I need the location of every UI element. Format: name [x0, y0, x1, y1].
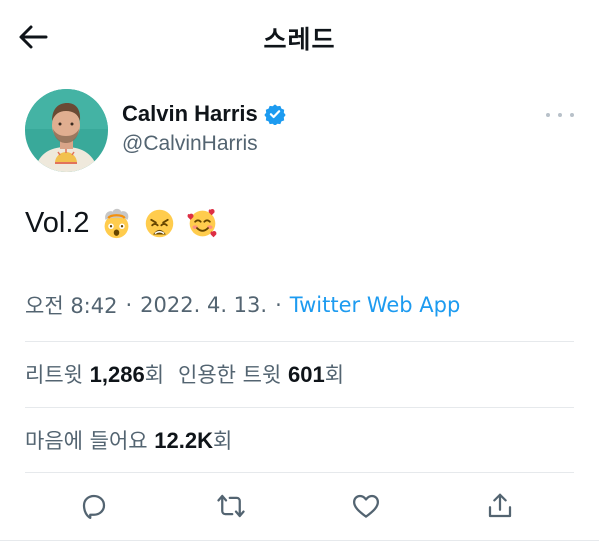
- retweets-stat[interactable]: 리트윗 1,286회: [25, 359, 164, 389]
- retweet-stats-row: 리트윗 1,286회 인용한 트윗 601회: [25, 359, 344, 389]
- more-dot-icon: [546, 113, 550, 117]
- meta-separator: ·: [275, 293, 282, 317]
- tweet-content: Vol.2: [25, 207, 219, 240]
- retweets-label: 리트윗: [25, 363, 83, 387]
- divider: [25, 407, 574, 408]
- tweet-text: Vol.2: [25, 207, 90, 239]
- tweet-meta: 오전 8:42 · 2022. 4. 13. · Twitter Web App: [25, 290, 460, 320]
- quotes-stat[interactable]: 인용한 트윗 601회: [178, 359, 344, 389]
- retweets-count: 1,286: [89, 362, 145, 387]
- likes-unit: 회: [213, 429, 233, 453]
- divider: [0, 540, 599, 541]
- weary-face-emoji: [145, 209, 173, 238]
- like-button[interactable]: [346, 486, 386, 526]
- tweet-action-bar: [25, 486, 574, 526]
- like-icon: [353, 494, 379, 518]
- quotes-label: 인용한 트윗: [178, 363, 282, 387]
- author-name-row[interactable]: Calvin Harris: [122, 101, 286, 127]
- smiling-face-with-hearts-emoji: [187, 209, 216, 238]
- page-title: 스레드: [263, 25, 336, 54]
- likes-stats-row[interactable]: 마음에 들어요 12.2K 회: [25, 425, 232, 455]
- tweet-date[interactable]: 2022. 4. 13.: [140, 293, 267, 317]
- divider: [25, 341, 574, 342]
- quotes-count: 601: [288, 362, 325, 387]
- likes-count: 12.2K: [154, 428, 214, 453]
- exploding-head-emoji: [104, 208, 128, 239]
- retweet-icon: [217, 494, 245, 518]
- author-handle[interactable]: @CalvinHarris: [122, 132, 258, 156]
- quotes-unit: 회: [324, 363, 345, 387]
- share-button[interactable]: [480, 486, 520, 526]
- reply-button[interactable]: [74, 486, 114, 526]
- likes-label: 마음에 들어요: [25, 429, 148, 453]
- author-display-name[interactable]: Calvin Harris: [122, 101, 258, 127]
- more-options-button[interactable]: [546, 106, 574, 124]
- avatar[interactable]: [25, 89, 108, 172]
- retweet-button[interactable]: [211, 486, 251, 526]
- tweet-time[interactable]: 오전 8:42: [25, 290, 117, 320]
- verified-badge-icon: [264, 104, 286, 125]
- top-bar: 스레드: [0, 0, 599, 72]
- retweets-unit: 회: [144, 363, 165, 387]
- meta-separator: ·: [125, 293, 133, 317]
- avatar-image: [25, 89, 108, 172]
- tweet-source-link[interactable]: Twitter Web App: [290, 293, 461, 317]
- divider: [25, 472, 574, 473]
- more-dot-icon: [570, 113, 574, 117]
- more-dot-icon: [558, 113, 562, 117]
- share-icon: [488, 493, 512, 518]
- reply-icon: [82, 494, 106, 519]
